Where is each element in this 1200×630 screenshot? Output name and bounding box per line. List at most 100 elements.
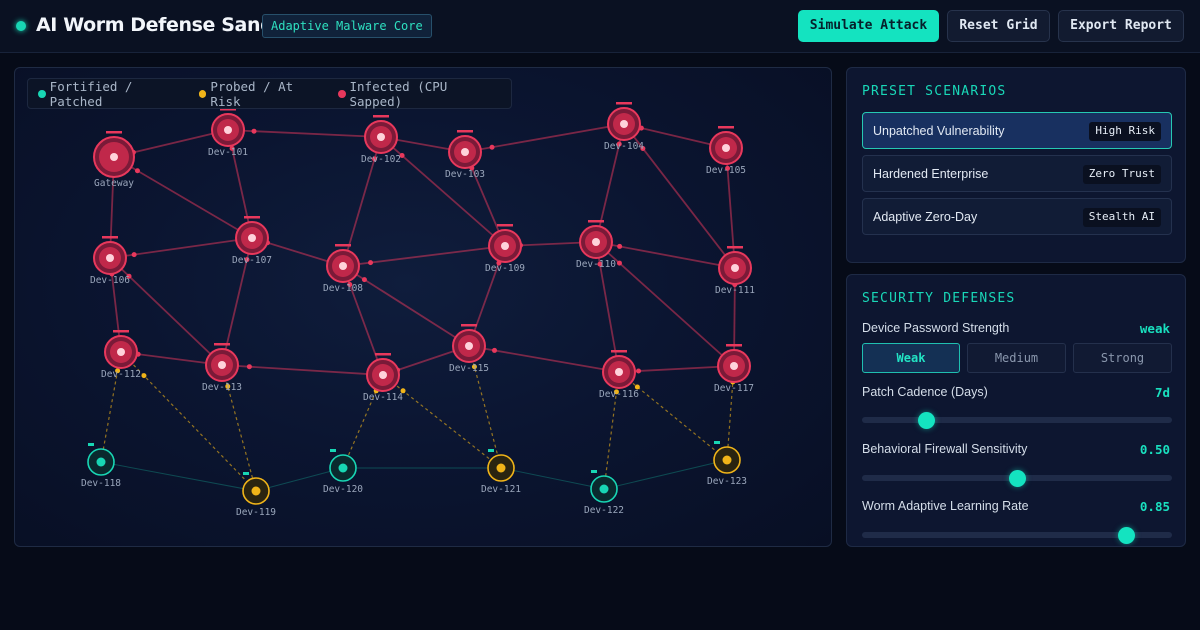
node-label: Dev-107 (232, 255, 272, 266)
learning-rate-label: Worm Adaptive Learning Rate (862, 499, 1029, 513)
infected-link (595, 241, 735, 367)
node-label: Dev-112 (101, 369, 141, 380)
node-label: Dev-119 (236, 507, 276, 518)
engine-badge: Adaptive Malware Core (262, 14, 432, 38)
network-node[interactable]: Dev-115 (449, 324, 489, 374)
scenario-name: Unpatched Vulnerability (873, 124, 1005, 138)
status-tick (330, 449, 336, 452)
node-center (465, 342, 473, 350)
password-option-weak[interactable]: Weak (862, 343, 960, 373)
legend-item-probed: Probed / At Risk (198, 79, 326, 109)
infected-link (109, 237, 253, 259)
network-node[interactable]: Dev-121 (481, 449, 521, 495)
cpu-bar (611, 350, 627, 353)
network-node[interactable]: Dev-107 (232, 216, 272, 266)
scenario-tag: Stealth AI (1082, 208, 1161, 227)
network-node[interactable]: Dev-108 (323, 244, 363, 294)
network-links (100, 123, 738, 492)
node-label: Dev-101 (208, 147, 248, 158)
probed-dot-icon (198, 89, 207, 98)
scenario-hardened-enterprise[interactable]: Hardened Enterprise Zero Trust (862, 155, 1172, 192)
network-node[interactable]: Dev-104 (604, 102, 644, 152)
status-tick (243, 472, 249, 475)
export-report-button[interactable]: Export Report (1058, 10, 1184, 42)
infected-link (227, 129, 382, 138)
cpu-bar (375, 353, 391, 356)
node-center (620, 120, 628, 128)
network-node[interactable]: Dev-122 (584, 470, 624, 516)
network-node[interactable]: Dev-106 (90, 236, 130, 286)
packet-dot (131, 252, 137, 258)
reset-grid-button[interactable]: Reset Grid (947, 10, 1050, 42)
node-label: Dev-103 (445, 169, 485, 180)
cpu-bar (461, 324, 477, 327)
slider-thumb[interactable] (1117, 527, 1135, 544)
node-label: Dev-114 (363, 392, 403, 403)
network-node[interactable]: Dev-105 (706, 126, 746, 176)
learning-rate-slider[interactable] (862, 527, 1172, 544)
cpu-bar (214, 343, 230, 346)
node-label: Dev-121 (481, 484, 521, 495)
probe-link (618, 371, 728, 461)
node-center (338, 463, 348, 473)
status-tick (714, 441, 720, 444)
network-node[interactable]: Dev-117 (714, 344, 754, 394)
preset-scenarios-panel: PRESET SCENARIOS Unpatched Vulnerability… (846, 67, 1186, 263)
network-node[interactable]: Dev-119 (236, 472, 276, 518)
packet-dot (361, 277, 367, 283)
infected-link (113, 156, 253, 239)
network-node[interactable]: Dev-112 (101, 330, 141, 380)
node-label: Dev-122 (584, 505, 624, 516)
app-header: AI Worm Defense Sandbox Adaptive Malware… (0, 0, 1200, 53)
node-center (379, 371, 387, 379)
slider-thumb[interactable] (918, 412, 936, 429)
scenario-name: Hardened Enterprise (873, 167, 989, 181)
network-node[interactable]: Dev-102 (361, 115, 401, 165)
network-node[interactable]: Dev-101 (208, 108, 248, 158)
password-strength-value: weak (1139, 321, 1170, 336)
packet-dot (489, 144, 495, 150)
network-node[interactable]: Dev-116 (599, 350, 639, 400)
node-center (496, 463, 506, 473)
legend-item-fortified: Fortified / Patched (38, 79, 187, 109)
cpu-bar (497, 224, 513, 227)
slider-thumb[interactable] (1009, 470, 1026, 487)
network-node[interactable]: Dev-114 (363, 353, 403, 403)
security-defenses-panel: SECURITY DEFENSES Device Password Streng… (846, 274, 1186, 547)
password-option-strong[interactable]: Strong (1073, 343, 1172, 373)
password-option-medium[interactable]: Medium (967, 343, 1066, 373)
status-tick (88, 443, 94, 446)
packet-dot (616, 260, 622, 266)
scenario-adaptive-zero-day[interactable]: Adaptive Zero-Day Stealth AI (862, 198, 1172, 235)
network-node[interactable]: Dev-109 (485, 224, 525, 274)
network-graph: Gateway Dev-101 Dev-102 Dev-103 Dev-104 Dev-1… (81, 102, 755, 518)
firewall-sensitivity-slider[interactable] (862, 470, 1172, 487)
cpu-bar (588, 220, 604, 223)
cpu-bar (102, 236, 118, 239)
infected-dot-icon (337, 89, 346, 98)
packet-dot (251, 128, 257, 134)
network-node[interactable]: Dev-118 (81, 443, 121, 489)
scenario-unpatched-vulnerability[interactable]: Unpatched Vulnerability High Risk (862, 112, 1172, 149)
network-node[interactable]: Gateway (93, 131, 135, 189)
node-center (248, 234, 256, 242)
node-center (339, 262, 347, 270)
cpu-bar (244, 216, 260, 219)
node-label: Dev-105 (706, 165, 746, 176)
panel-title: PRESET SCENARIOS (862, 84, 1007, 99)
node-center (592, 238, 600, 246)
legend: Fortified / Patched Probed / At Risk Inf… (27, 78, 512, 109)
network-node[interactable]: Dev-111 (715, 246, 755, 296)
simulate-attack-button[interactable]: Simulate Attack (798, 10, 939, 42)
node-center (377, 133, 385, 141)
network-node[interactable]: Dev-110 (576, 220, 616, 270)
node-center (117, 348, 125, 356)
legend-item-infected: Infected (CPU Sapped) (337, 79, 501, 109)
fortified-dot-icon (38, 89, 46, 98)
network-canvas[interactable]: Gateway Dev-101 Dev-102 Dev-103 Dev-104 Dev-1… (14, 67, 832, 547)
node-label: Dev-109 (485, 263, 525, 274)
network-node[interactable]: Dev-103 (445, 130, 485, 180)
packet-dot (141, 373, 147, 379)
packet-dot (636, 368, 642, 374)
patch-cadence-slider[interactable] (862, 412, 1172, 429)
